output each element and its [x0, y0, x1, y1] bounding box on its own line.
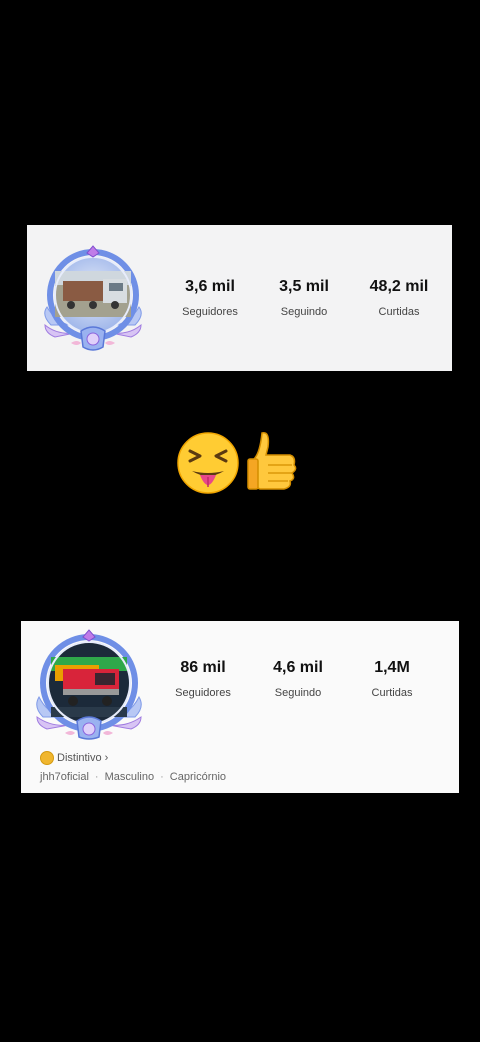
zodiac-sign: Capricórnio [169, 771, 227, 783]
followers-stat[interactable]: 86 mil Seguidores [158, 659, 248, 699]
likes-count: 48,2 mil [369, 278, 429, 295]
badge-coin-icon [40, 751, 54, 765]
likes-stat[interactable]: 1,4M Curtidas [347, 659, 437, 699]
likes-stat[interactable]: 48,2 mil Curtidas [354, 278, 444, 318]
following-count: 4,6 mil [273, 659, 323, 676]
chevron-right-icon: › [104, 752, 109, 764]
thumbs-up-icon [247, 432, 297, 490]
gender: Masculino [104, 771, 155, 783]
followers-count: 86 mil [180, 659, 226, 676]
following-stat[interactable]: 4,6 mil Seguindo [253, 659, 343, 699]
followers-label: Seguidores [182, 306, 238, 318]
squinting-face-with-tongue-icon [177, 432, 239, 494]
avatar[interactable] [33, 629, 145, 741]
badge-label: Distintivo [57, 752, 102, 764]
followers-stat[interactable]: 3,6 mil Seguidores [165, 278, 255, 318]
username: jhh7oficial [40, 771, 89, 783]
avatar[interactable] [41, 243, 145, 355]
separator: · [160, 771, 164, 783]
separator: · [94, 771, 99, 783]
badge-link[interactable]: Distintivo › [40, 751, 108, 765]
following-stat[interactable]: 3,5 mil Seguindo [259, 278, 349, 318]
following-count: 3,5 mil [279, 278, 329, 295]
likes-count: 1,4M [374, 659, 410, 676]
profile-info: jhh7oficial · Masculino · Capricórnio [40, 771, 226, 783]
likes-label: Curtidas [371, 687, 413, 699]
avatar-frame-icon [44, 245, 142, 351]
followers-count: 3,6 mil [185, 278, 235, 295]
following-label: Seguindo [274, 687, 322, 699]
followers-label: Seguidores [175, 687, 231, 699]
likes-label: Curtidas [378, 306, 420, 318]
emoji-reaction [176, 425, 300, 497]
profile-card-new: 86 mil Seguidores 4,6 mil Seguindo 1,4M … [21, 621, 459, 793]
avatar-frame-icon [36, 629, 142, 740]
profile-card-old: 3,6 mil Seguidores 3,5 mil Seguindo 48,2… [27, 225, 452, 371]
following-label: Seguindo [280, 306, 328, 318]
